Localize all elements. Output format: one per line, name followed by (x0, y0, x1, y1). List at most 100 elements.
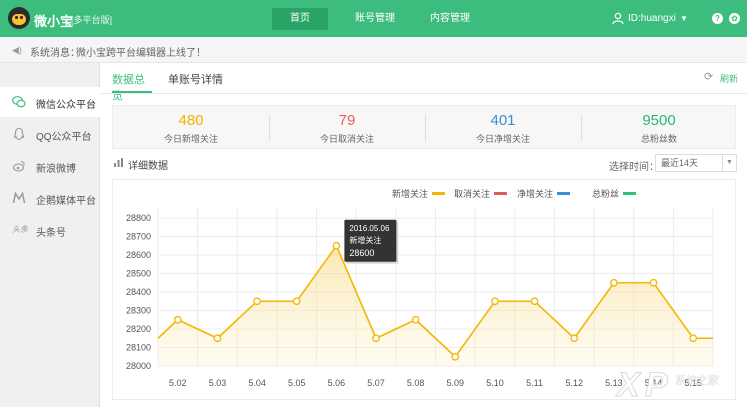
y-tick-label: 28700 (126, 232, 151, 242)
tooltip-date: 2016.05.06 (349, 224, 390, 233)
y-tick-label: 28800 (126, 213, 151, 223)
svg-text:P: P (645, 366, 668, 404)
svg-text:X: X (615, 366, 642, 404)
qq-icon (12, 127, 26, 141)
nav-account-management[interactable]: 账号管理 (350, 8, 400, 30)
stat-new-follows: 480 今日新增关注 (113, 106, 269, 150)
system-notice-bar: ◀) 系统消息： 微小宝跨平台编辑器上线了！ (0, 37, 747, 63)
top-bar: 微小宝 [多平台版] 首页 账号管理 内容管理 ID:huangxi ▼ ? ✿ (0, 0, 747, 37)
time-range-value: 最近14天 (661, 158, 699, 168)
notice-label: 系统消息： (30, 48, 80, 59)
user-id[interactable]: ID:huangxi (628, 13, 676, 24)
stat-caption: 今日取消关注 (319, 134, 374, 144)
nav-home[interactable]: 首页 (272, 8, 328, 30)
refresh-icon[interactable]: ⟳ (704, 70, 713, 83)
stat-caption: 总粉丝数 (640, 134, 677, 144)
legend-swatch (623, 192, 636, 195)
x-tick-label: 5.03 (209, 378, 227, 388)
x-tick-label: 5.02 (169, 378, 187, 388)
stats-summary: 480 今日新增关注 79 今日取消关注 401 今日净增关注 9500 总粉丝… (112, 105, 736, 149)
tooltip-value: 28600 (349, 248, 374, 258)
sidebar-item-weibo[interactable]: 新浪微博 (0, 151, 100, 181)
x-tick-label: 5.04 (248, 378, 266, 388)
legend-label: 净增关注 (517, 188, 553, 199)
y-tick-label: 28300 (126, 306, 151, 316)
y-tick-label: 28400 (126, 287, 151, 297)
data-point (451, 352, 460, 361)
logo-icon[interactable] (8, 7, 30, 29)
help-icon[interactable]: ? (712, 13, 723, 24)
y-tick-label: 28500 (126, 269, 151, 279)
legend-label: 新增关注 (392, 188, 428, 199)
sidebar-item-label: QQ公众平台 (36, 132, 92, 143)
stat-value: 9500 (642, 112, 676, 129)
y-tick-label: 28000 (126, 361, 151, 371)
legend-swatch (432, 192, 445, 195)
stat-value: 79 (338, 112, 356, 129)
data-point (411, 315, 420, 324)
data-point (372, 334, 380, 343)
weibo-icon (12, 159, 26, 173)
tabs-divider (100, 93, 747, 94)
main-panel: 数据总览 单账号详情 ⟳ 刷新 480 今日新增关注 79 今日取消关注 401… (100, 63, 747, 407)
stat-caption: 今日新增关注 (163, 134, 218, 144)
penguin-media-icon (12, 191, 26, 205)
y-tick-label: 28600 (126, 250, 151, 260)
nav-content-management[interactable]: 内容管理 (425, 8, 475, 30)
data-point (173, 315, 182, 324)
watermark-logo: X P 系统之家 (615, 366, 719, 405)
sidebar-item-toutiao[interactable]: 头条 头条号 (0, 215, 100, 245)
data-point (292, 297, 301, 306)
legend-label: 取消关注 (454, 188, 490, 199)
sidebar-item-label: 微信公众平台 (36, 100, 96, 111)
time-select-label: 选择时间： (609, 162, 659, 173)
brand-name[interactable]: 微小宝 (34, 11, 73, 30)
speaker-icon: ◀) (12, 45, 22, 55)
stat-net-follows: 401 今日净增关注 (425, 106, 581, 150)
toutiao-icon: 头条 (12, 225, 28, 234)
data-point (491, 297, 499, 306)
sidebar-item-penguin-media[interactable]: 企鹅媒体平台 (0, 183, 100, 213)
x-tick-label: 5.12 (565, 378, 583, 388)
y-tick-label: 28200 (126, 324, 151, 334)
tab-data-overview[interactable]: 数据总览 (112, 71, 152, 102)
sidebar-item-label: 企鹅媒体平台 (36, 196, 96, 207)
legend-swatch (494, 192, 507, 195)
legend-swatch (557, 192, 570, 195)
x-tick-label: 5.05 (288, 378, 306, 388)
user-icon[interactable] (612, 12, 624, 24)
data-point (213, 334, 222, 343)
brand-subtitle: [多平台版] (71, 15, 113, 25)
x-tick-label: 5.09 (447, 378, 465, 388)
svg-text:系统之家: 系统之家 (675, 373, 719, 387)
data-point (253, 297, 261, 306)
stat-caption: 今日净增关注 (475, 134, 530, 144)
refresh-button[interactable]: 刷新 (720, 72, 738, 85)
gear-icon[interactable]: ✿ (729, 13, 740, 24)
sidebar-item-label: 头条号 (36, 228, 66, 239)
tab-single-account-details[interactable]: 单账号详情 (168, 71, 224, 93)
time-range-select[interactable]: 最近14天 ▼ (655, 154, 737, 172)
user-menu-caret-icon[interactable]: ▼ (680, 14, 688, 23)
sidebar-item-label: 新浪微博 (36, 164, 76, 175)
x-tick-label: 5.11 (526, 378, 543, 388)
bar-chart-icon (114, 158, 123, 167)
data-point (649, 278, 658, 287)
data-point (530, 297, 539, 306)
stat-total-fans: 9500 总粉丝数 (581, 106, 737, 150)
x-tick-label: 5.06 (328, 378, 346, 388)
data-point (332, 241, 341, 250)
notice-message[interactable]: 微小宝跨平台编辑器上线了！ (76, 44, 206, 59)
y-tick-label: 28100 (126, 343, 151, 353)
tooltip-label: 新增关注 (349, 235, 381, 245)
wechat-icon (12, 95, 26, 109)
sidebar-item-qq[interactable]: QQ公众平台 (0, 119, 100, 149)
sidebar: 微信公众平台 QQ公众平台 新浪微博 企鹅媒体平台 头条 头条号 (0, 63, 100, 407)
x-tick-label: 5.10 (486, 378, 504, 388)
chevron-down-icon[interactable]: ▼ (722, 155, 736, 171)
x-tick-label: 5.07 (367, 378, 385, 388)
sidebar-item-wechat[interactable]: 微信公众平台 (0, 87, 100, 117)
legend-label: 总粉丝 (592, 188, 619, 199)
detail-data-title: 详细数据 (128, 161, 168, 172)
stat-value: 401 (490, 112, 516, 129)
